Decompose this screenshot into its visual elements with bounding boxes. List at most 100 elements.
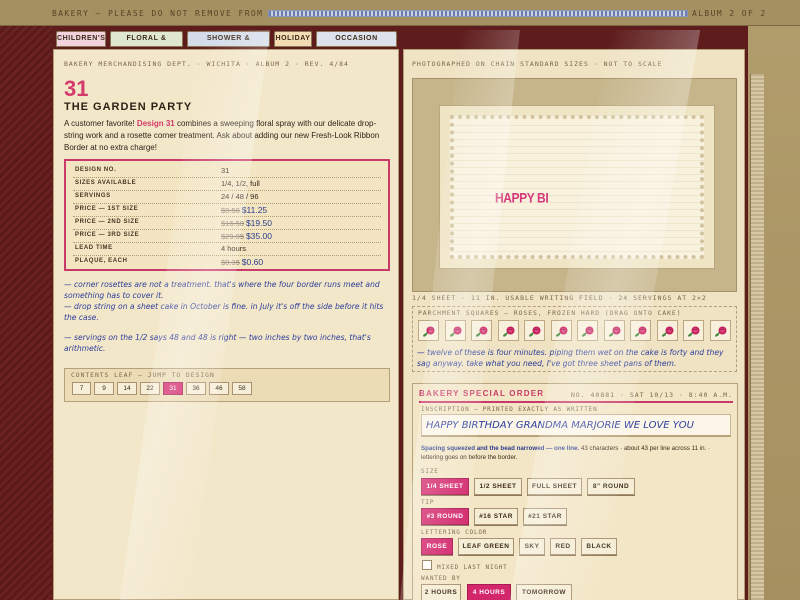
inscription-fit-note: Spacing squeezed and the bead narrowed —… bbox=[421, 444, 731, 462]
dept-header: BAKERY MERCHANDISING DEPT. · WICHITA · A… bbox=[64, 60, 349, 68]
rose-square[interactable] bbox=[497, 320, 519, 341]
tab-holiday[interactable]: HOLIDAY bbox=[274, 31, 312, 47]
inscription-field[interactable]: HAPPY BIRTHDAY GRANDMA MARJORIE WE LOVE … bbox=[421, 414, 731, 437]
old-price: $0.35 bbox=[221, 258, 240, 267]
size-full-sheet-button[interactable]: FULL SHEET bbox=[527, 478, 582, 495]
color-red-button[interactable]: RED bbox=[550, 538, 576, 555]
tip-16-star-button[interactable]: #16 STAR bbox=[474, 508, 518, 525]
rose-icon bbox=[529, 326, 541, 337]
size-quarter-sheet-button[interactable]: 1/4 SHEET bbox=[421, 478, 469, 495]
mixed-last-night-checkbox[interactable] bbox=[422, 560, 432, 570]
tip-3-round-button[interactable]: #3 ROUND bbox=[421, 508, 469, 525]
rose-square[interactable] bbox=[524, 320, 545, 341]
spec-value: $29.95 $35.00 bbox=[221, 231, 272, 241]
cake-photo: HAPPY BI bbox=[412, 78, 737, 292]
rose-icon bbox=[661, 326, 673, 337]
wanted-2-hours-button[interactable]: 2 HOURS bbox=[421, 584, 461, 600]
wanted-tomorrow-button[interactable]: TOMORROW bbox=[516, 584, 572, 600]
tab-childrens[interactable]: CHILDREN'S bbox=[56, 31, 106, 47]
color-rose-button[interactable]: ROSE bbox=[421, 538, 453, 555]
cake-inscription-preview: HAPPY BI bbox=[495, 189, 549, 207]
rose-icon bbox=[449, 326, 461, 337]
rose-square[interactable] bbox=[709, 320, 731, 341]
color-sky-button[interactable]: SKY bbox=[519, 538, 545, 555]
spec-key: DESIGN NO. bbox=[75, 167, 117, 173]
design-description: A customer favorite! Design 31 combines … bbox=[64, 118, 394, 154]
size-8in-round-button[interactable]: 8" ROUND bbox=[587, 478, 635, 495]
page-edge-stack bbox=[750, 74, 764, 600]
tip-21-star-button[interactable]: #21 STAR bbox=[523, 508, 567, 525]
contents-leaf-label: CONTENTS LEAF — JUMP TO DESIGN bbox=[71, 372, 215, 379]
old-price: $16.50 bbox=[221, 219, 244, 228]
rose-square[interactable] bbox=[630, 320, 651, 341]
spec-row-price-3rd: PRICE — 3RD SIZE $29.95 $35.00 bbox=[73, 230, 381, 243]
rose-square[interactable] bbox=[444, 320, 466, 341]
parchment-label: PARCHMENT SQUARES — ROSES, FROZEN HARD (… bbox=[418, 310, 682, 317]
rose-square[interactable] bbox=[656, 320, 678, 341]
design-page: BAKERY MERCHANDISING DEPT. · WICHITA · A… bbox=[53, 49, 399, 600]
spec-key: PLAQUE, EACH bbox=[75, 258, 128, 264]
jump-to-design-14[interactable]: 14 bbox=[117, 382, 137, 395]
old-price: $29.95 bbox=[221, 232, 244, 241]
spec-row-sizes: SIZES AVAILABLE 1/4, 1/2, full bbox=[73, 178, 381, 191]
spec-table: DESIGN NO. 31 SIZES AVAILABLE 1/4, 1/2, … bbox=[64, 159, 390, 271]
tab-occasion-plaques[interactable]: OCCASION PLAQUES bbox=[316, 31, 397, 56]
rose-icon bbox=[555, 326, 567, 337]
sheet-cake[interactable]: HAPPY BI bbox=[439, 105, 715, 269]
old-price: $9.50 bbox=[221, 206, 240, 215]
rose-square[interactable] bbox=[471, 320, 492, 341]
binder-spine bbox=[0, 26, 52, 600]
rose-square[interactable] bbox=[550, 320, 572, 341]
jump-to-design-58[interactable]: 58 bbox=[232, 382, 252, 395]
cake-writing-field[interactable]: HAPPY BI bbox=[450, 115, 704, 259]
album-header-strip: BAKERY — PLEASE DO NOT REMOVE FROM COUNT… bbox=[0, 0, 800, 26]
handwritten-note: — servings on the 1/2 says 48 and 48 is … bbox=[64, 333, 371, 353]
order-title: BAKERY SPECIAL ORDER bbox=[419, 389, 545, 398]
spec-row-lead-time: LEAD TIME 4 hours bbox=[73, 243, 381, 256]
size-label: SIZE bbox=[421, 468, 439, 475]
spec-value: $16.50 $19.50 bbox=[221, 218, 272, 228]
intro-text-start: A customer favorite! bbox=[64, 119, 137, 128]
spec-row-price-2nd: PRICE — 2ND SIZE $16.50 $19.50 bbox=[73, 217, 381, 230]
jump-to-design-46[interactable]: 46 bbox=[209, 382, 229, 395]
spec-row-price-1st: PRICE — 1ST SIZE $9.50 $11.25 bbox=[73, 204, 381, 217]
special-order-form: BAKERY SPECIAL ORDER NO. 40881 · SAT 10/… bbox=[412, 383, 738, 600]
jump-to-design-22[interactable]: 22 bbox=[140, 382, 160, 395]
spec-key: PRICE — 1ST SIZE bbox=[75, 206, 139, 212]
size-half-sheet-button[interactable]: 1/2 SHEET bbox=[474, 478, 522, 495]
spec-key: LEAD TIME bbox=[75, 245, 113, 251]
rose-icon bbox=[608, 326, 620, 337]
jump-to-design-9[interactable]: 9 bbox=[94, 382, 114, 395]
photo-caption: 1/4 SHEET · 11 IN. USABLE WRITING FIELD … bbox=[412, 294, 707, 302]
photo-header: PHOTOGRAPHED ON CHAIN STANDARD SIZES · N… bbox=[412, 60, 663, 68]
fit-note-bold: Spacing squeezed and the bead narrowed —… bbox=[421, 445, 580, 452]
spec-key: PRICE — 3RD SIZE bbox=[75, 232, 140, 238]
color-leaf-green-button[interactable]: LEAF GREEN bbox=[458, 538, 514, 555]
tab-floral-scroll[interactable]: FLORAL & SCROLL bbox=[110, 31, 183, 56]
spec-value: 31 bbox=[221, 166, 230, 175]
color-black-button[interactable]: BLACK bbox=[581, 538, 617, 555]
jump-to-design-7[interactable]: 7 bbox=[72, 382, 91, 395]
new-price: $35.00 bbox=[245, 231, 272, 241]
handwritten-note: — corner rosettes are not a treatment. t… bbox=[64, 280, 380, 300]
tab-shower-wedding[interactable]: SHOWER & WEDDING bbox=[187, 31, 270, 56]
rose-square[interactable] bbox=[577, 320, 598, 341]
tip-label: TIP bbox=[421, 499, 435, 506]
design-title: THE GARDEN PARTY bbox=[64, 101, 193, 113]
spec-value: 1/4, 1/2, full bbox=[221, 179, 260, 188]
rose-square[interactable] bbox=[683, 320, 704, 341]
new-price: $0.60 bbox=[241, 257, 264, 267]
jump-to-design-36[interactable]: 36 bbox=[186, 382, 206, 395]
order-meta: NO. 40881 · SAT 10/13 · 8:40 A.M. bbox=[570, 391, 733, 399]
order-header: BAKERY SPECIAL ORDER NO. 40881 · SAT 10/… bbox=[419, 389, 733, 403]
rose-square[interactable] bbox=[418, 320, 439, 341]
wanted-4-hours-button[interactable]: 4 HOURS bbox=[467, 584, 511, 600]
album-volume-label: ALBUM 2 OF 2 bbox=[692, 9, 767, 18]
rose-square[interactable] bbox=[603, 320, 625, 341]
spec-value: 24 / 48 / 96 bbox=[221, 192, 259, 201]
handwritten-notes: — corner rosettes are not a treatment. t… bbox=[64, 279, 394, 354]
binder-ring-mechanism bbox=[268, 10, 688, 17]
rose-icon bbox=[502, 326, 514, 337]
rose-icon bbox=[423, 326, 435, 337]
jump-to-design-31[interactable]: 31 bbox=[163, 382, 183, 395]
